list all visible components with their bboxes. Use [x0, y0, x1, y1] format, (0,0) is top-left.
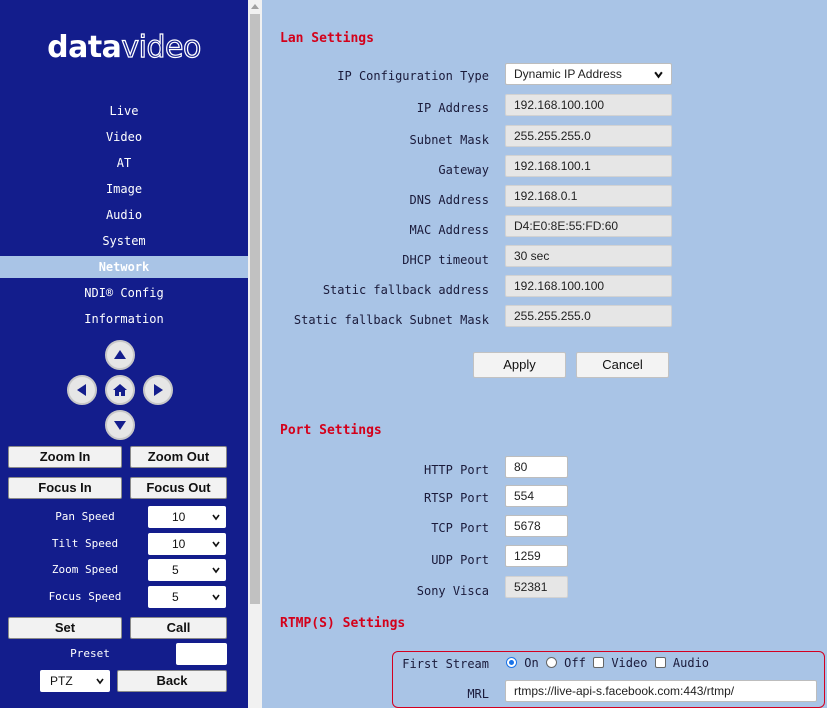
arrow-up-icon: [114, 350, 126, 359]
audio-checkbox[interactable]: [654, 657, 666, 668]
focus-out-button[interactable]: Focus Out: [130, 477, 227, 499]
call-preset-button[interactable]: Call: [130, 617, 227, 639]
port-settings-title: Port Settings: [280, 423, 382, 438]
pan-right-button[interactable]: [143, 375, 173, 405]
tcp-port-field[interactable]: 5678: [505, 515, 568, 537]
zoom-speed-label: Zoom Speed: [51, 563, 119, 576]
nav-item-image[interactable]: Image: [0, 178, 248, 200]
focus-speed-select[interactable]: 5: [148, 586, 226, 608]
ip-config-type-select[interactable]: Dynamic IP Address: [505, 63, 672, 85]
stream-off-label: Off: [564, 656, 586, 670]
first-stream-label: First Stream: [402, 657, 489, 671]
mrl-input[interactable]: rtmps://live-api-s.facebook.com:443/rtmp…: [505, 680, 817, 702]
udp-port-label: UDP Port: [431, 553, 489, 567]
mrl-label: MRL: [467, 687, 489, 701]
arrow-down-icon: [114, 421, 126, 430]
nav-item-ndi-config[interactable]: NDI® Config: [0, 282, 248, 304]
video-label: Video: [611, 656, 648, 670]
arrow-left-icon: [77, 384, 86, 396]
chevron-down-icon: [96, 678, 104, 685]
pan-left-button[interactable]: [67, 375, 97, 405]
rtsp-port-label: RTSP Port: [423, 491, 489, 505]
back-button[interactable]: Back: [117, 670, 227, 692]
scrollbar[interactable]: [248, 0, 262, 708]
rtmp-settings-title: RTMP(S) Settings: [280, 616, 406, 631]
sony-visca-label: Sony Visca: [416, 584, 489, 598]
apply-button[interactable]: Apply: [473, 352, 566, 378]
stream-on-radio[interactable]: [506, 657, 517, 668]
chevron-down-icon: [212, 594, 220, 601]
tilt-speed-label: Tilt Speed: [51, 537, 119, 550]
datavideo-logo: datavideo: [47, 29, 202, 65]
arrow-right-icon: [154, 384, 163, 396]
focus-in-button[interactable]: Focus In: [8, 477, 122, 499]
stream-on-label: On: [524, 656, 539, 670]
dhcp-timeout-label: DHCP timeout: [402, 253, 489, 267]
zoom-in-button[interactable]: Zoom In: [8, 446, 122, 468]
first-stream-options: On Off Video Audio: [506, 656, 709, 670]
nav-item-at[interactable]: AT: [0, 152, 248, 174]
scroll-up-arrow-icon[interactable]: [251, 4, 259, 9]
http-port-label: HTTP Port: [423, 463, 489, 477]
scrollbar-thumb[interactable]: [250, 14, 260, 604]
nav-item-network[interactable]: Network: [0, 256, 248, 278]
static-fallback-address-label: Static fallback address: [322, 283, 489, 297]
video-checkbox[interactable]: [593, 657, 605, 668]
tilt-speed-select[interactable]: 10: [148, 533, 226, 555]
mode-select[interactable]: PTZ: [40, 670, 110, 692]
static-fallback-subnet-field[interactable]: 255.255.255.0: [505, 305, 672, 327]
gateway-label: Gateway: [438, 163, 489, 177]
zoom-out-button[interactable]: Zoom Out: [130, 446, 227, 468]
gateway-field[interactable]: 192.168.100.1: [505, 155, 672, 177]
sony-visca-field: 52381: [505, 576, 568, 598]
set-preset-button[interactable]: Set: [8, 617, 122, 639]
mac-address-label: MAC Address: [409, 223, 489, 237]
nav-item-live[interactable]: Live: [0, 100, 248, 122]
preset-input[interactable]: [176, 643, 227, 665]
dhcp-timeout-field[interactable]: 30 sec: [505, 245, 672, 267]
subnet-mask-label: Subnet Mask: [409, 133, 489, 147]
chevron-down-icon: [654, 71, 663, 79]
home-icon: [113, 384, 127, 396]
focus-speed-label: Focus Speed: [48, 590, 122, 603]
pan-speed-label: Pan Speed: [55, 510, 115, 523]
ip-address-field[interactable]: 192.168.100.100: [505, 94, 672, 116]
tcp-port-label: TCP Port: [431, 521, 489, 535]
lan-settings-title: Lan Settings: [280, 31, 374, 46]
nav-item-audio[interactable]: Audio: [0, 204, 248, 226]
dns-address-label: DNS Address: [409, 193, 489, 207]
rtsp-port-field[interactable]: 554: [505, 485, 568, 507]
subnet-mask-field[interactable]: 255.255.255.0: [505, 125, 672, 147]
chevron-down-icon: [212, 541, 220, 548]
nav-item-video[interactable]: Video: [0, 126, 248, 148]
chevron-down-icon: [212, 567, 220, 574]
preset-label: Preset: [70, 647, 110, 660]
chevron-down-icon: [212, 514, 220, 521]
static-fallback-subnet-label: Static fallback Subnet Mask: [293, 313, 489, 327]
sidebar: datavideo Live Video AT Image Audio Syst…: [0, 0, 248, 708]
http-port-field[interactable]: 80: [505, 456, 568, 478]
pan-speed-select[interactable]: 10: [148, 506, 226, 528]
home-button[interactable]: [105, 375, 135, 405]
audio-label: Audio: [672, 656, 710, 670]
ip-address-label: IP Address: [416, 101, 489, 115]
pan-up-button[interactable]: [105, 340, 135, 370]
stream-off-radio[interactable]: [545, 657, 557, 668]
pan-down-button[interactable]: [105, 410, 135, 440]
nav-item-information[interactable]: Information: [0, 308, 248, 330]
udp-port-field[interactable]: 1259: [505, 545, 568, 567]
nav-item-system[interactable]: System: [0, 230, 248, 252]
cancel-button[interactable]: Cancel: [576, 352, 669, 378]
dns-address-field[interactable]: 192.168.0.1: [505, 185, 672, 207]
static-fallback-address-field[interactable]: 192.168.100.100: [505, 275, 672, 297]
zoom-speed-select[interactable]: 5: [148, 559, 226, 581]
mac-address-field[interactable]: D4:E0:8E:55:FD:60: [505, 215, 672, 237]
ip-config-type-label: IP Configuration Type: [337, 69, 489, 83]
